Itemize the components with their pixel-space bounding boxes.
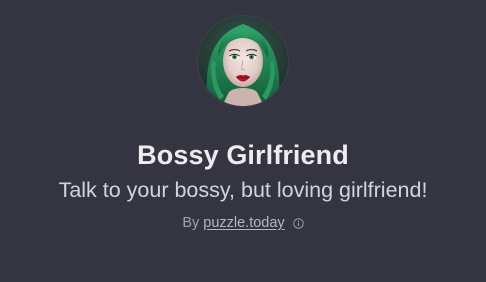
author-link[interactable]: puzzle.today — [203, 213, 284, 233]
gpt-author-row: By puzzle.today — [182, 213, 304, 233]
avatar-portrait-icon — [198, 16, 288, 106]
author-prefix: By — [182, 215, 200, 231]
gpt-profile-header: Bossy Girlfriend Talk to your bossy, but… — [0, 0, 486, 282]
gpt-description: Talk to your bossy, but loving girlfrien… — [58, 178, 428, 202]
gpt-avatar — [198, 16, 288, 106]
gpt-title: Bossy Girlfriend — [137, 140, 349, 170]
info-icon[interactable] — [292, 217, 304, 229]
